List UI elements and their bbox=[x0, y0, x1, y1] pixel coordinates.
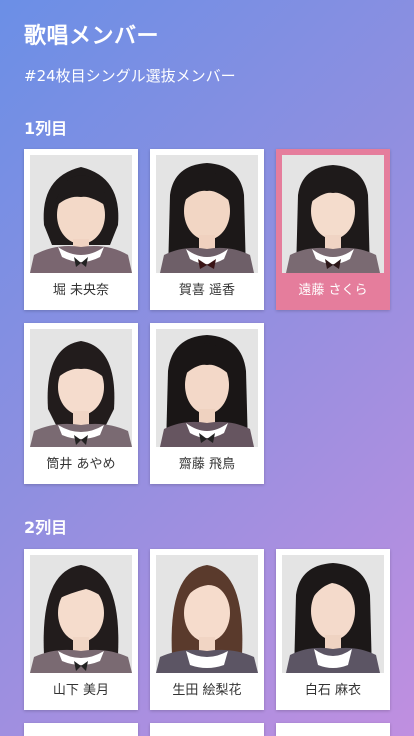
member-card[interactable]: 齋藤 飛鳥 bbox=[150, 323, 264, 484]
member-name: 齋藤 飛鳥 bbox=[178, 457, 236, 472]
single-subtitle: #24枚目シングル選抜メンバー bbox=[24, 67, 236, 85]
member-photo bbox=[156, 555, 258, 673]
member-card-selected[interactable]: 遠藤 さくら bbox=[276, 149, 390, 310]
member-name: 山下 美月 bbox=[52, 683, 110, 698]
member-card-partial[interactable] bbox=[276, 723, 390, 736]
section-label-row-1: 1列目 bbox=[24, 119, 68, 138]
member-photo bbox=[156, 329, 258, 447]
member-card[interactable]: 堀 未央奈 bbox=[24, 149, 138, 310]
member-name: 堀 未央奈 bbox=[52, 283, 110, 298]
member-card[interactable]: 生田 絵梨花 bbox=[150, 549, 264, 710]
member-photo bbox=[30, 329, 132, 447]
member-name: 遠藤 さくら bbox=[298, 283, 368, 298]
section-label-row-2: 2列目 bbox=[24, 518, 68, 537]
member-name: 賀喜 遥香 bbox=[178, 283, 236, 298]
member-card-partial[interactable] bbox=[24, 723, 138, 736]
member-card[interactable]: 筒井 あやめ bbox=[24, 323, 138, 484]
member-photo bbox=[30, 555, 132, 673]
member-photo bbox=[30, 155, 132, 273]
member-card[interactable]: 白石 麻衣 bbox=[276, 549, 390, 710]
member-photo bbox=[156, 155, 258, 273]
member-name: 筒井 あやめ bbox=[46, 457, 116, 472]
member-card[interactable]: 山下 美月 bbox=[24, 549, 138, 710]
member-name: 白石 麻衣 bbox=[304, 683, 362, 698]
member-photo bbox=[282, 155, 384, 273]
member-name: 生田 絵梨花 bbox=[172, 683, 242, 698]
page-title: 歌唱メンバー bbox=[24, 24, 160, 49]
member-card[interactable]: 賀喜 遥香 bbox=[150, 149, 264, 310]
member-photo bbox=[282, 555, 384, 673]
member-card-partial[interactable] bbox=[150, 723, 264, 736]
